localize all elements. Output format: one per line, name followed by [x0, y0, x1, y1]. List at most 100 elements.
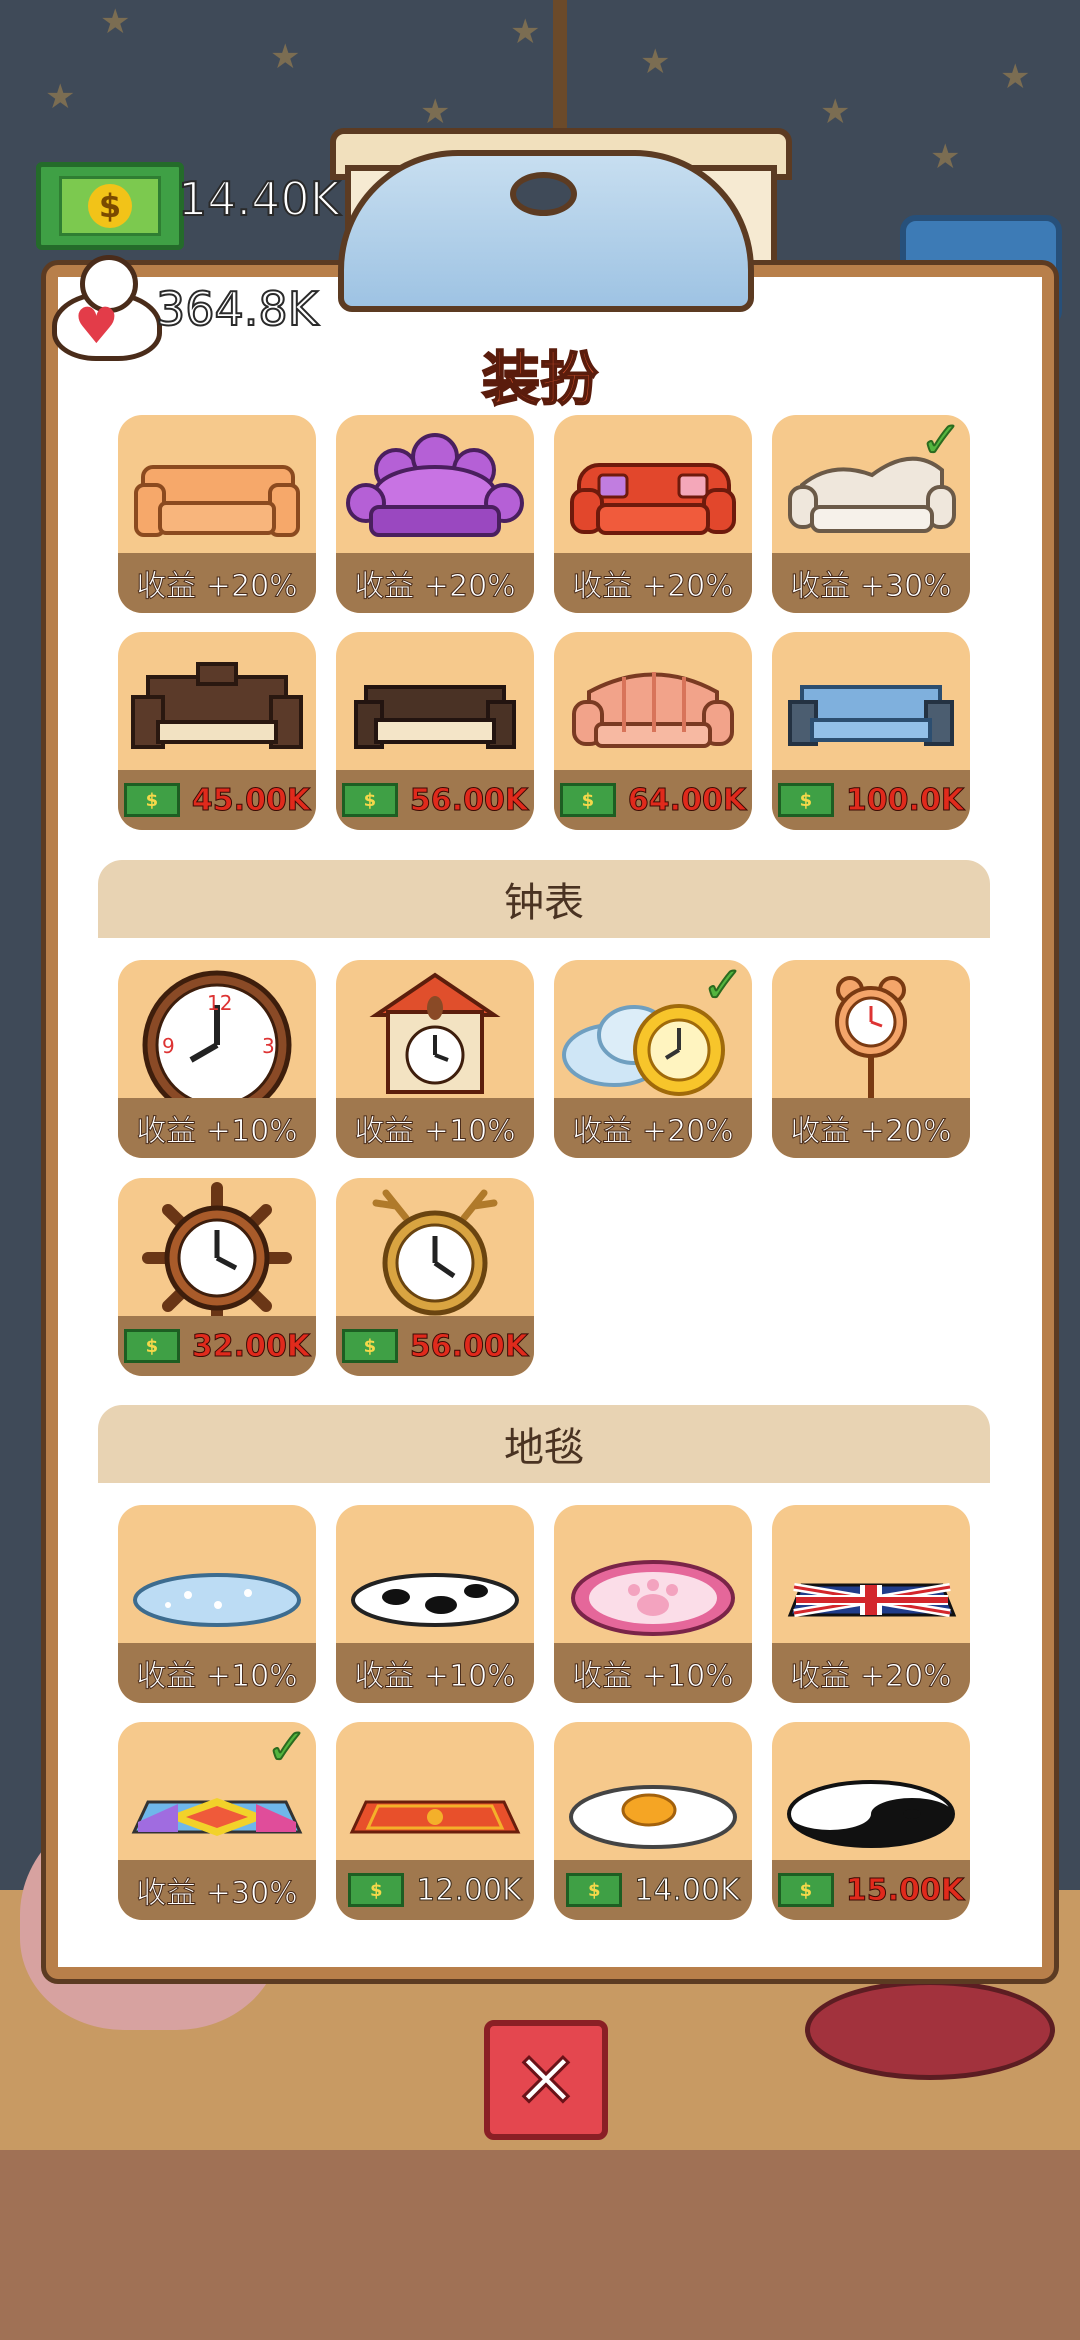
- star-decoration: ★: [640, 42, 671, 82]
- svg-text:9: 9: [162, 1034, 175, 1058]
- heart-icon: ♥: [52, 255, 162, 365]
- item-card-sofa-striped[interactable]: $64.00K: [554, 632, 752, 830]
- item-card-wall-clock[interactable]: 12 3 9 收益 +10%: [118, 960, 316, 1158]
- bonus-label: 收益 +30%: [118, 1860, 316, 1920]
- item-card-sofa-orange[interactable]: 收益 +20%: [118, 415, 316, 613]
- svg-text:12: 12: [207, 991, 232, 1015]
- money-bill-icon: $: [777, 1873, 834, 1907]
- price-label[interactable]: $56.00K: [336, 770, 534, 830]
- price-label[interactable]: $64.00K: [554, 770, 752, 830]
- item-card-bear-pendulum-clock[interactable]: 收益 +20%: [772, 960, 970, 1158]
- wall-clock-icon: 12 3 9: [142, 970, 292, 1100]
- bonus-label: 收益 +10%: [554, 1643, 752, 1703]
- panel-title: 装扮: [481, 344, 599, 414]
- sofa-striped-icon: [572, 672, 734, 748]
- ship-wheel-clock-icon: [142, 1182, 292, 1318]
- item-card-sofa-red[interactable]: 收益 +20%: [554, 415, 752, 613]
- item-card-sofa-blue[interactable]: $100.0K: [772, 632, 970, 830]
- money-bill-icon: $: [123, 1329, 180, 1363]
- section-header-rugs: 地毯: [98, 1405, 990, 1483]
- sofa-red-icon: [570, 463, 736, 535]
- item-card-cuckoo-clock[interactable]: 收益 +10%: [336, 960, 534, 1158]
- price-label[interactable]: $56.00K: [336, 1316, 534, 1376]
- item-card-sofa-daybed[interactable]: $56.00K: [336, 632, 534, 830]
- bonus-label: 收益 +20%: [554, 553, 752, 613]
- price-label[interactable]: $15.00K: [772, 1860, 970, 1920]
- bonus-label: 收益 +10%: [336, 1643, 534, 1703]
- star-decoration: ★: [420, 92, 451, 132]
- cuckoo-clock-icon: [369, 972, 501, 1094]
- lamp-hole: [510, 172, 577, 216]
- item-card-cow-rug[interactable]: 收益 +10%: [336, 1505, 534, 1703]
- star-decoration: ★: [270, 37, 301, 77]
- red-carpet-rug-icon: [349, 1800, 521, 1834]
- close-button[interactable]: ✕: [484, 2020, 608, 2140]
- price-value: 15.00K: [845, 1872, 965, 1908]
- bonus-label: 收益 +30%: [772, 553, 970, 613]
- bonus-label: 收益 +20%: [118, 553, 316, 613]
- money-bill-icon: $: [123, 783, 180, 817]
- paw-rug-icon: [571, 1560, 735, 1636]
- antler-clock-icon: [372, 1189, 498, 1316]
- price-label[interactable]: $100.0K: [772, 770, 970, 830]
- floor-bottom: [0, 2150, 1080, 2340]
- money-bill-icon: $: [559, 783, 616, 817]
- price-label[interactable]: $45.00K: [118, 770, 316, 830]
- item-card-sofa-white[interactable]: ✓ 收益 +30%: [772, 415, 970, 613]
- item-card-rainbow-rug[interactable]: ✓ 收益 +30%: [118, 1722, 316, 1920]
- sofa-orange-icon: [134, 465, 300, 537]
- money-bill-icon: $: [341, 1329, 398, 1363]
- bear-pendulum-clock-icon: [835, 976, 907, 1100]
- star-decoration: ★: [100, 2, 131, 42]
- lucky-cat-base: [805, 1980, 1055, 2080]
- item-card-sofa-purple-paw[interactable]: 收益 +20%: [336, 415, 534, 613]
- star-decoration: ★: [820, 92, 851, 132]
- owned-check-icon: ✓: [265, 1722, 309, 1777]
- sofa-chinese-icon: [131, 662, 303, 749]
- item-card-blue-oval-rug[interactable]: 收益 +10%: [118, 1505, 316, 1703]
- item-card-paw-rug[interactable]: 收益 +10%: [554, 1505, 752, 1703]
- section-header-clocks: 钟表: [98, 860, 990, 938]
- price-value: 45.00K: [191, 782, 311, 818]
- owned-check-icon: ✓: [919, 415, 963, 470]
- sofa-daybed-icon: [354, 685, 516, 749]
- price-value: 64.00K: [627, 782, 747, 818]
- sofa-blue-icon: [788, 685, 954, 746]
- sofa-purple-paw-icon: [346, 433, 524, 537]
- bonus-label: 收益 +10%: [118, 1643, 316, 1703]
- money-bill-icon: $: [341, 783, 398, 817]
- egg-rug-icon: [569, 1785, 737, 1849]
- price-value: 56.00K: [409, 782, 529, 818]
- money-bill-icon: $: [348, 1873, 405, 1907]
- item-card-sofa-chinese[interactable]: $45.00K: [118, 632, 316, 830]
- cow-rug-icon: [351, 1573, 519, 1627]
- price-label[interactable]: $14.00K: [554, 1860, 752, 1920]
- item-card-antler-clock[interactable]: $56.00K: [336, 1178, 534, 1376]
- bonus-label: 收益 +20%: [772, 1643, 970, 1703]
- money-bill-icon: $: [566, 1873, 623, 1907]
- price-value: 56.00K: [409, 1328, 529, 1364]
- price-value: 14.00K: [634, 1872, 741, 1908]
- item-card-sun-cloud-clock[interactable]: ✓ 收益 +20%: [554, 960, 752, 1158]
- price-label[interactable]: $12.00K: [336, 1860, 534, 1920]
- owned-check-icon: ✓: [701, 960, 745, 1015]
- money-icon: $: [36, 162, 184, 250]
- blue-oval-rug-icon: [133, 1573, 301, 1627]
- price-value: 12.00K: [416, 1872, 523, 1908]
- star-decoration: ★: [1000, 57, 1031, 97]
- item-card-union-jack-rug[interactable]: 收益 +20%: [772, 1505, 970, 1703]
- price-value: 100.0K: [845, 782, 965, 818]
- price-label[interactable]: $32.00K: [118, 1316, 316, 1376]
- item-card-egg-rug[interactable]: $14.00K: [554, 1722, 752, 1920]
- star-decoration: ★: [45, 77, 76, 117]
- money-amount: 14.40K: [177, 171, 341, 227]
- svg-text:3: 3: [262, 1034, 275, 1058]
- bonus-label: 收益 +20%: [336, 553, 534, 613]
- price-value: 32.00K: [191, 1328, 311, 1364]
- item-card-red-carpet-rug[interactable]: $12.00K: [336, 1722, 534, 1920]
- item-card-yin-yang-rug[interactable]: $15.00K: [772, 1722, 970, 1920]
- bonus-label: 收益 +20%: [554, 1098, 752, 1158]
- hearts-amount: 364.8K: [155, 281, 319, 337]
- close-icon: ✕: [513, 2034, 580, 2126]
- item-card-ship-wheel-clock[interactable]: $32.00K: [118, 1178, 316, 1376]
